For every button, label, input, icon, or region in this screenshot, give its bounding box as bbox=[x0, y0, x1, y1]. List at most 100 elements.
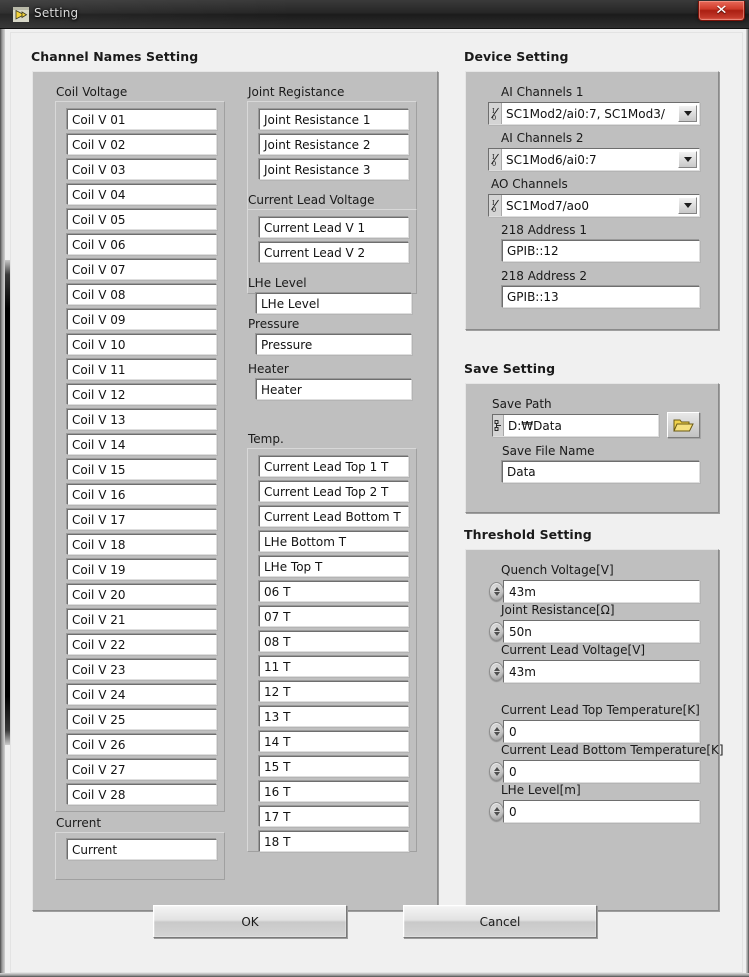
temp-field-15[interactable]: 17 T bbox=[259, 806, 409, 827]
coil-voltage-field-21[interactable]: Coil V 21 bbox=[67, 609, 217, 630]
close-icon: ✕ bbox=[715, 3, 728, 18]
save-file-name-field[interactable]: Data bbox=[502, 461, 700, 483]
dialog-client-area: Channel Names Setting Coil Voltage Coil … bbox=[10, 32, 743, 973]
coil-voltage-field-11[interactable]: Coil V 11 bbox=[67, 359, 217, 380]
spinner-increment-decrement-icon[interactable] bbox=[489, 802, 504, 821]
coil-voltage-field-5[interactable]: Coil V 05 bbox=[67, 209, 217, 230]
pressure-field-1[interactable]: Pressure bbox=[256, 334, 412, 355]
temp-field-11[interactable]: 13 T bbox=[259, 706, 409, 727]
save-path-value: D:₩Data bbox=[508, 418, 562, 433]
browse-folder-button[interactable] bbox=[667, 412, 700, 438]
218-address-2-field[interactable]: GPIB::13 bbox=[502, 286, 700, 308]
window-title: Setting bbox=[34, 6, 79, 20]
window-bottom-border bbox=[0, 973, 749, 977]
coil-voltage-field-17[interactable]: Coil V 17 bbox=[67, 509, 217, 530]
svg-text:0: 0 bbox=[492, 206, 496, 213]
coil-voltage-field-23[interactable]: Coil V 23 bbox=[67, 659, 217, 680]
threshold-value-4[interactable]: 0 bbox=[503, 720, 700, 743]
temp-field-14[interactable]: 16 T bbox=[259, 781, 409, 802]
temp-field-16[interactable]: 18 T bbox=[259, 831, 409, 852]
io-glyph-icon: I 0 bbox=[489, 195, 502, 216]
cancel-button[interactable]: Cancel bbox=[403, 905, 597, 938]
titlebar-gloss bbox=[0, 0, 749, 28]
coil-voltage-field-12[interactable]: Coil V 12 bbox=[67, 384, 217, 405]
cancel-button-label: Cancel bbox=[479, 914, 521, 929]
temp-field-4[interactable]: LHe Bottom T bbox=[259, 531, 409, 552]
coil-voltage-field-16[interactable]: Coil V 16 bbox=[67, 484, 217, 505]
threshold-numeric-3[interactable]: 43m bbox=[489, 660, 700, 683]
218-address-1-field[interactable]: GPIB::12 bbox=[502, 240, 700, 262]
ai-channels-1-combo[interactable]: I 0 SC1Mod2/ai0:7, SC1Mod3/ bbox=[488, 102, 700, 125]
joint-resistance-field-3[interactable]: Joint Resistance 3 bbox=[259, 159, 409, 180]
coil-voltage-field-8[interactable]: Coil V 08 bbox=[67, 284, 217, 305]
threshold-value-2[interactable]: 50n bbox=[503, 620, 700, 643]
coil-voltage-field-24[interactable]: Coil V 24 bbox=[67, 684, 217, 705]
threshold-value-5[interactable]: 0 bbox=[503, 760, 700, 783]
coil-voltage-field-10[interactable]: Coil V 10 bbox=[67, 334, 217, 355]
coil-voltage-field-13[interactable]: Coil V 13 bbox=[67, 409, 217, 430]
spinner-increment-decrement-icon[interactable] bbox=[489, 762, 504, 781]
ai-channels-2-combo[interactable]: I 0 SC1Mod6/ai0:7 bbox=[488, 148, 700, 171]
coil-voltage-field-3[interactable]: Coil V 03 bbox=[67, 159, 217, 180]
temp-field-6[interactable]: 06 T bbox=[259, 581, 409, 602]
lhe-level-field-1[interactable]: LHe Level bbox=[256, 293, 412, 314]
label-heater: Heater bbox=[248, 362, 289, 376]
heater-field-1[interactable]: Heater bbox=[256, 379, 412, 400]
threshold-numeric-2[interactable]: 50n bbox=[489, 620, 700, 643]
coil-voltage-field-4[interactable]: Coil V 04 bbox=[67, 184, 217, 205]
coil-voltage-field-6[interactable]: Coil V 06 bbox=[67, 234, 217, 255]
ao-channels-combo[interactable]: I 0 SC1Mod7/ao0 bbox=[488, 194, 700, 217]
coil-voltage-field-2[interactable]: Coil V 02 bbox=[67, 134, 217, 155]
coil-voltage-field-28[interactable]: Coil V 28 bbox=[67, 784, 217, 805]
coil-voltage-field-19[interactable]: Coil V 19 bbox=[67, 559, 217, 580]
threshold-value-3[interactable]: 43m bbox=[503, 660, 700, 683]
temp-field-13[interactable]: 15 T bbox=[259, 756, 409, 777]
coil-voltage-field-27[interactable]: Coil V 27 bbox=[67, 759, 217, 780]
spinner-increment-decrement-icon[interactable] bbox=[489, 662, 504, 681]
chevron-down-icon[interactable] bbox=[678, 197, 697, 214]
spinner-increment-decrement-icon[interactable] bbox=[489, 622, 504, 641]
spinner-increment-decrement-icon[interactable] bbox=[489, 582, 504, 601]
coil-voltage-field-22[interactable]: Coil V 22 bbox=[67, 634, 217, 655]
coil-voltage-field-18[interactable]: Coil V 18 bbox=[67, 534, 217, 555]
coil-voltage-field-7[interactable]: Coil V 07 bbox=[67, 259, 217, 280]
coil-voltage-field-9[interactable]: Coil V 09 bbox=[67, 309, 217, 330]
current-lead-voltage-field-1[interactable]: Current Lead V 1 bbox=[259, 217, 409, 238]
temp-field-2[interactable]: Current Lead Top 2 T bbox=[259, 481, 409, 502]
threshold-numeric-5[interactable]: 0 bbox=[489, 760, 700, 783]
ao-channels-value: SC1Mod7/ao0 bbox=[506, 198, 589, 213]
save-path-field[interactable]: D:₩Data bbox=[492, 414, 659, 437]
label-ai-channels-2: AI Channels 2 bbox=[501, 131, 584, 145]
coil-voltage-field-15[interactable]: Coil V 15 bbox=[67, 459, 217, 480]
threshold-value-1[interactable]: 43m bbox=[503, 580, 700, 603]
coil-voltage-field-20[interactable]: Coil V 20 bbox=[67, 584, 217, 605]
close-button[interactable]: ✕ bbox=[698, 1, 745, 21]
coil-voltage-field-14[interactable]: Coil V 14 bbox=[67, 434, 217, 455]
title-bar[interactable]: Setting ✕ bbox=[0, 0, 749, 29]
labview-vi-icon bbox=[13, 7, 29, 22]
threshold-numeric-4[interactable]: 0 bbox=[489, 720, 700, 743]
current-field-1[interactable]: Current bbox=[67, 839, 217, 860]
coil-voltage-field-1[interactable]: Coil V 01 bbox=[67, 109, 217, 130]
temp-field-3[interactable]: Current Lead Bottom T bbox=[259, 506, 409, 527]
threshold-numeric-6[interactable]: 0 bbox=[489, 800, 700, 823]
svg-text:0: 0 bbox=[492, 160, 496, 167]
temp-field-1[interactable]: Current Lead Top 1 T bbox=[259, 456, 409, 477]
chevron-down-icon[interactable] bbox=[678, 151, 697, 168]
temp-field-8[interactable]: 08 T bbox=[259, 631, 409, 652]
ok-button[interactable]: OK bbox=[153, 905, 347, 938]
temp-field-12[interactable]: 14 T bbox=[259, 731, 409, 752]
threshold-numeric-1[interactable]: 43m bbox=[489, 580, 700, 603]
coil-voltage-field-26[interactable]: Coil V 26 bbox=[67, 734, 217, 755]
current-lead-voltage-field-2[interactable]: Current Lead V 2 bbox=[259, 242, 409, 263]
chevron-down-icon[interactable] bbox=[678, 105, 697, 122]
temp-field-7[interactable]: 07 T bbox=[259, 606, 409, 627]
temp-field-9[interactable]: 11 T bbox=[259, 656, 409, 677]
joint-resistance-field-2[interactable]: Joint Resistance 2 bbox=[259, 134, 409, 155]
joint-resistance-field-1[interactable]: Joint Resistance 1 bbox=[259, 109, 409, 130]
threshold-value-6[interactable]: 0 bbox=[503, 800, 700, 823]
spinner-increment-decrement-icon[interactable] bbox=[489, 722, 504, 741]
coil-voltage-field-25[interactable]: Coil V 25 bbox=[67, 709, 217, 730]
temp-field-5[interactable]: LHe Top T bbox=[259, 556, 409, 577]
temp-field-10[interactable]: 12 T bbox=[259, 681, 409, 702]
